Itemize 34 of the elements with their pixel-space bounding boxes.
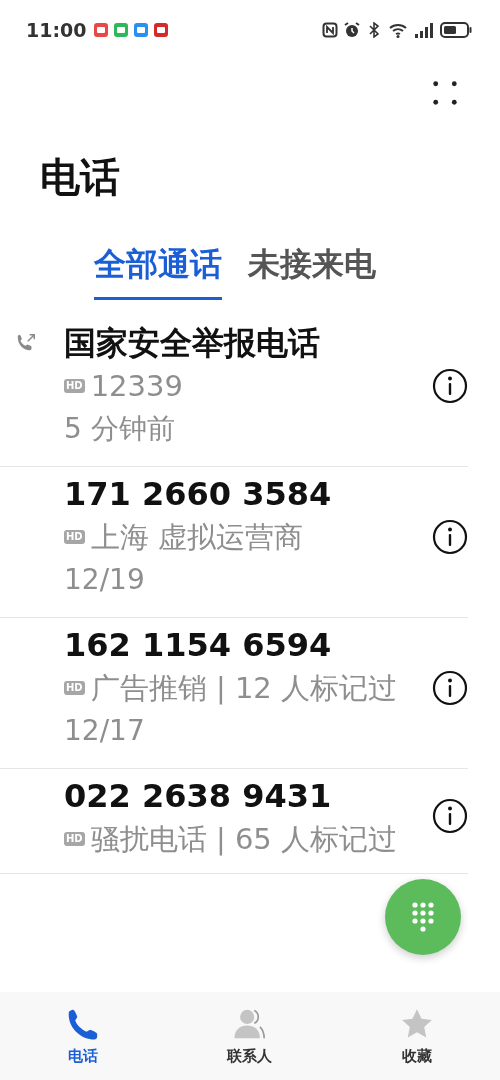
nav-tab[interactable]: 联系人 [200,1005,300,1067]
info-icon[interactable] [432,519,468,555]
call-time: 12/19 [64,562,146,598]
alarm-clock-icon [344,22,360,38]
caller-detail: 广告推销 | 12 人标记过 [90,670,397,707]
info-icon[interactable] [432,368,468,404]
status-time: 11:00 [26,19,87,41]
info-icon[interactable] [432,670,468,706]
battery-icon [440,22,472,38]
call-time: 5 分钟前 [64,411,176,447]
tab[interactable]: 未接来电 [248,238,376,300]
signal-icon [414,22,434,38]
info-icon[interactable] [432,798,468,834]
hd-badge: HD [64,681,85,695]
caller-detail: 骚扰电话 | 65 人标记过 [90,821,397,858]
hd-badge: HD [64,530,85,544]
caller-name: 171 2660 3584 [64,474,333,515]
dialpad-icon [411,901,435,933]
caller-name: 162 1154 6594 [64,625,333,666]
caller-name: 国家安全举报电话 [64,323,321,364]
nav-tab[interactable]: 电话 [33,1005,134,1067]
tab[interactable]: 全部通话 [94,238,222,300]
more-options-icon[interactable] [432,79,458,106]
nav-tab[interactable]: 收藏 [366,1005,467,1067]
hd-badge: HD [64,832,85,846]
wifi-icon [388,22,408,38]
call-time: 12/17 [64,713,146,749]
nfc-icon [322,22,338,38]
hd-badge: HD [64,379,85,393]
caller-detail: 12339 [90,368,183,405]
caller-detail: 上海 虚拟运营商 [90,519,303,556]
caller-name: 022 2638 9431 [64,776,333,817]
bluetooth-icon [366,22,382,38]
page-title: 电话 [39,153,121,202]
